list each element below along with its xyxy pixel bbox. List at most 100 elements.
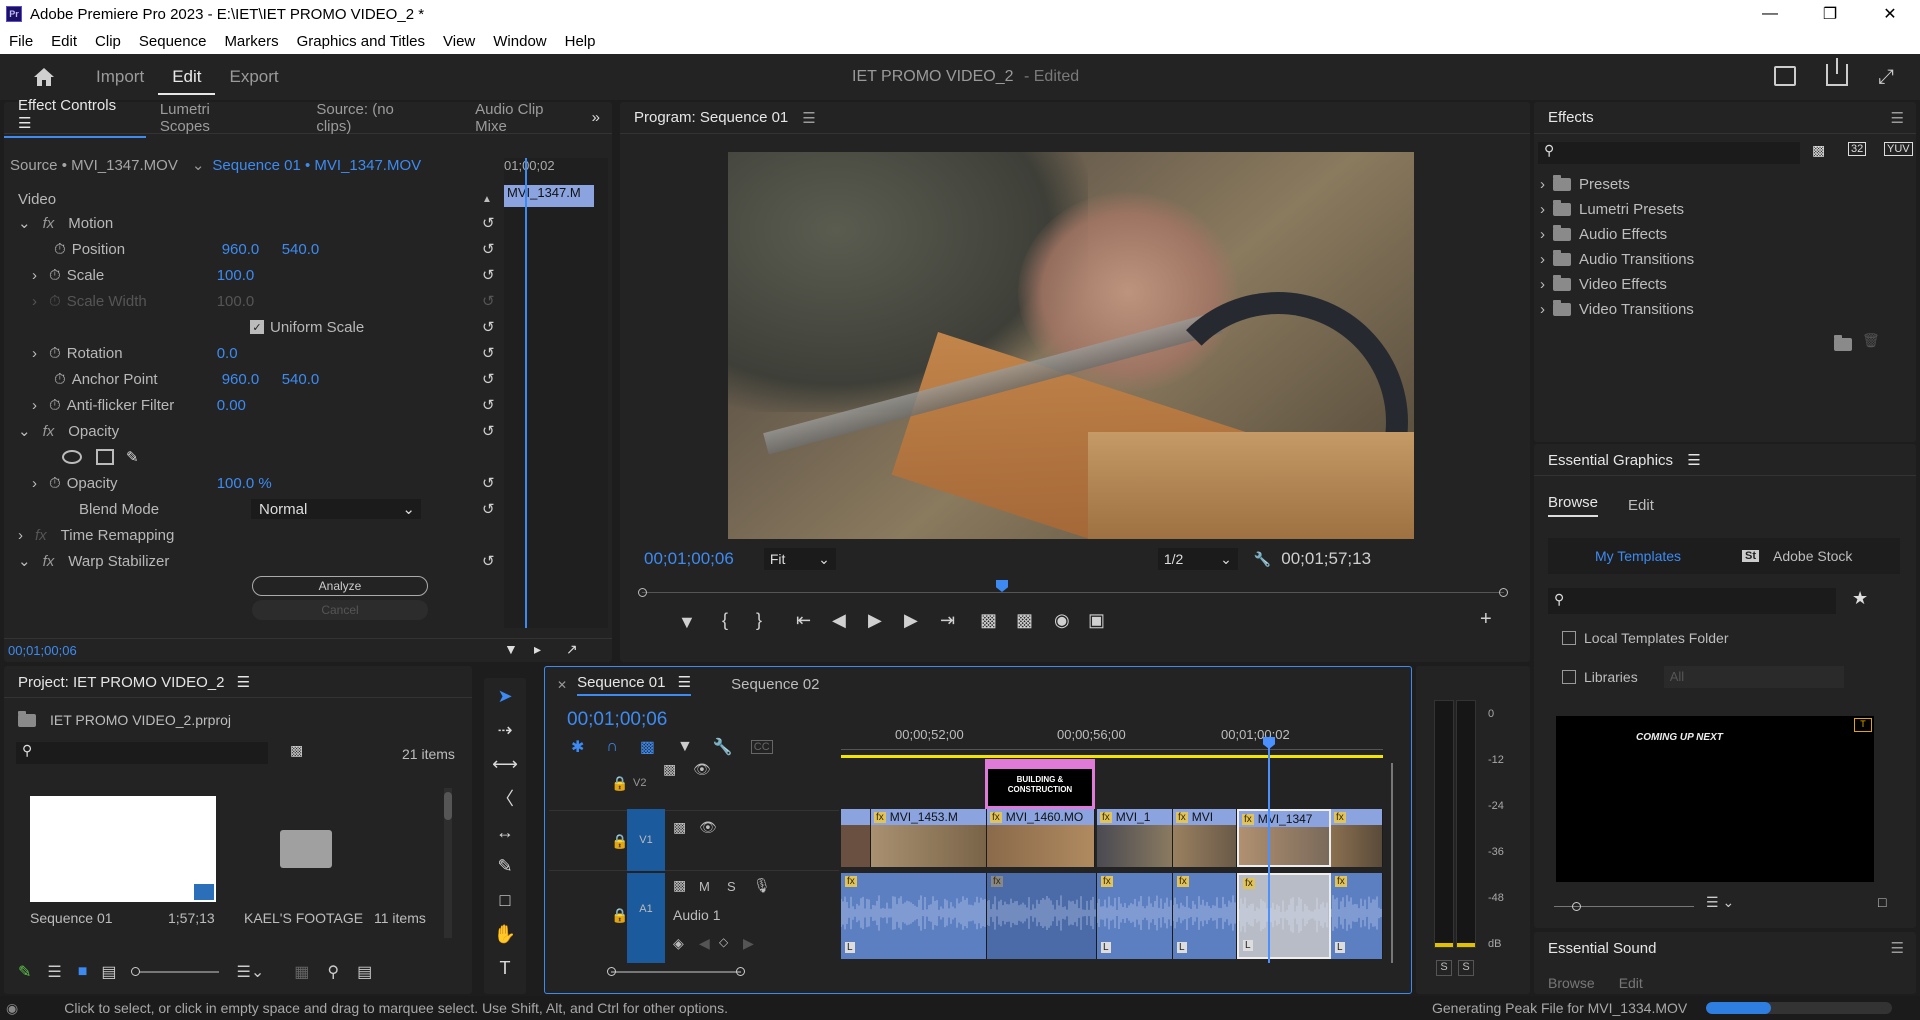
fx-icon[interactable]: fx (43, 215, 55, 232)
menu-sequence[interactable]: Sequence (130, 33, 216, 50)
expand-opacity-icon[interactable]: ⌄ (18, 422, 31, 440)
ec-mini-timeline[interactable]: 01;00;02 MVI_1347.M (504, 158, 608, 628)
expand-icon[interactable]: › (32, 345, 37, 362)
list-view-icon[interactable]: ☰ (47, 962, 61, 982)
share-icon[interactable] (1826, 58, 1848, 86)
program-playhead[interactable] (996, 580, 1008, 592)
sort-icon[interactable]: ☰ ⌄ (1706, 894, 1734, 911)
audio-clip[interactable]: fx (987, 873, 1097, 959)
rectangle-tool-icon[interactable]: □ (484, 884, 526, 916)
video-clip[interactable]: fx MVI_1 (1097, 809, 1173, 867)
templates-search-input[interactable]: ⚲ (1548, 588, 1836, 614)
audio-clip[interactable]: fx L (1173, 873, 1237, 959)
panel-menu-icon[interactable]: ☰ (1687, 452, 1700, 469)
fit-select[interactable]: Fit ⌄ (763, 548, 836, 570)
accelerated-effects-icon[interactable]: ▩ (1812, 142, 1825, 159)
blend-mode-select[interactable]: Normal ⌄ (251, 499, 421, 519)
video-clip[interactable]: fx (1331, 809, 1383, 867)
close-icon[interactable]: ✕ (557, 678, 567, 692)
fullscreen-icon[interactable]: ⤢ (1878, 66, 1894, 89)
project-search-input[interactable]: ⚲ (16, 742, 268, 764)
project-scrollbar[interactable] (444, 788, 452, 938)
tab-browse[interactable]: Browse (1548, 494, 1599, 517)
new-bin-icon[interactable] (1834, 335, 1852, 351)
timeline-vertical-scrollbar[interactable] (1387, 763, 1397, 963)
stock-icon[interactable]: St (1742, 550, 1759, 562)
menu-graphics[interactable]: Graphics and Titles (288, 33, 434, 50)
program-scrub-bar[interactable] (638, 580, 1508, 600)
analyze-button[interactable]: Analyze (252, 576, 428, 596)
go-to-out-icon[interactable]: ⇥ (940, 610, 955, 631)
adobe-stock-tab[interactable]: Adobe Stock (1773, 548, 1852, 564)
expand-icon[interactable]: › (32, 293, 37, 310)
panel-menu-icon[interactable]: ☰ (237, 674, 250, 691)
reset-icon[interactable]: ↺ (482, 370, 495, 388)
solo-button[interactable]: S (727, 879, 736, 894)
eye-icon[interactable]: 👁 (693, 761, 711, 778)
ripple-edit-tool-icon[interactable]: ⟷ (484, 748, 526, 780)
add-keyframe-icon[interactable]: ◇ (719, 935, 728, 949)
tab-edit[interactable]: Edit (158, 59, 216, 95)
mute-button[interactable]: M (699, 879, 710, 894)
tab-effect-controls[interactable]: Effect Controls ☰ (4, 97, 146, 138)
add-marker-icon[interactable]: ▼ (677, 738, 693, 756)
expand-icon[interactable]: › (32, 397, 37, 414)
opacity-value[interactable]: 100.0 % (217, 475, 272, 492)
stopwatch-icon[interactable]: ⏱ (54, 371, 66, 388)
voiceover-icon[interactable]: 🎙 (753, 877, 771, 894)
export-frame-icon[interactable]: ◉ (1054, 610, 1070, 631)
timeline-ruler[interactable]: 00;00;52;00 00;00;56;00 00;01;00;02 (841, 715, 1383, 755)
mark-out-icon[interactable]: } (756, 610, 762, 631)
video-clip[interactable]: fx MVI_1453.M (871, 809, 987, 867)
minimize-button[interactable]: — (1740, 0, 1800, 28)
resolution-select[interactable]: 1/2 ⌄ (1157, 548, 1238, 570)
filter-icon[interactable]: ▼ (504, 641, 518, 657)
menu-help[interactable]: Help (556, 33, 605, 50)
mark-in-icon[interactable]: { (722, 610, 728, 631)
mini-clip[interactable]: MVI_1347.M (504, 185, 594, 207)
zoom-slider[interactable] (130, 967, 219, 976)
tab-import[interactable]: Import (82, 67, 158, 87)
quick-export-icon[interactable] (1774, 66, 1796, 86)
button-editor-icon[interactable]: + (1480, 608, 1492, 631)
sound-tab-edit[interactable]: Edit (1619, 975, 1643, 991)
ellipse-mask-icon[interactable] (62, 450, 82, 464)
stopwatch-icon[interactable]: ⏱ (49, 397, 61, 414)
pen-mask-icon[interactable]: ✎ (126, 448, 139, 466)
rectangle-mask-icon[interactable] (96, 449, 114, 465)
captions-icon[interactable]: CC (750, 740, 773, 754)
effects-search-input[interactable]: ⚲ (1538, 142, 1800, 164)
overflow-icon[interactable]: » (592, 109, 600, 126)
panel-menu-icon[interactable]: ☰ (1891, 939, 1904, 957)
panel-menu-icon[interactable]: ☰ (1891, 109, 1904, 127)
position-y-value[interactable]: 540.0 (282, 241, 320, 258)
video-clip[interactable]: fx MVI (1173, 809, 1237, 867)
project-panel-title[interactable]: Project: IET PROMO VIDEO_2 (18, 674, 224, 691)
automate-icon[interactable]: ▦ (294, 962, 309, 982)
audio-clip-selected[interactable]: fx L (1237, 873, 1331, 959)
sound-tab-browse[interactable]: Browse (1548, 975, 1595, 991)
32bit-effects-icon[interactable]: 32 (1848, 142, 1867, 156)
anchor-y-value[interactable]: 540.0 (282, 371, 320, 388)
reset-icon[interactable]: ↺ (482, 396, 495, 414)
expand-icon[interactable]: › (32, 267, 37, 284)
fx-icon[interactable]: fx (43, 553, 55, 570)
audio-clip[interactable]: fx L (841, 873, 987, 959)
local-folder-checkbox[interactable] (1562, 631, 1576, 645)
my-templates-tab[interactable]: My Templates (1548, 548, 1728, 564)
uniform-scale-checkbox[interactable]: ✓ (250, 320, 264, 334)
keyframe-icon[interactable]: ◈ (673, 935, 684, 952)
tab-sequence-01[interactable]: Sequence 01 ☰ (577, 673, 692, 696)
step-forward-icon[interactable]: ▶ (904, 610, 918, 631)
search-icon[interactable]: ⚲ (327, 962, 339, 982)
chevron-down-icon[interactable]: ⌄ (192, 156, 205, 174)
add-marker-icon[interactable]: ▼ (678, 612, 696, 633)
solo-right-button[interactable]: S (1458, 960, 1474, 976)
pen-tool-icon[interactable]: ✎ (484, 850, 526, 882)
ec-timecode[interactable]: 00;01;00;06 (8, 643, 77, 658)
lift-icon[interactable]: ▩ (980, 610, 997, 631)
effects-title[interactable]: Effects (1534, 109, 1608, 126)
nest-icon[interactable]: ✱ (571, 737, 584, 757)
track-label-v2[interactable]: V2 (633, 777, 646, 789)
program-title[interactable]: Program: Sequence 01 (620, 109, 802, 126)
